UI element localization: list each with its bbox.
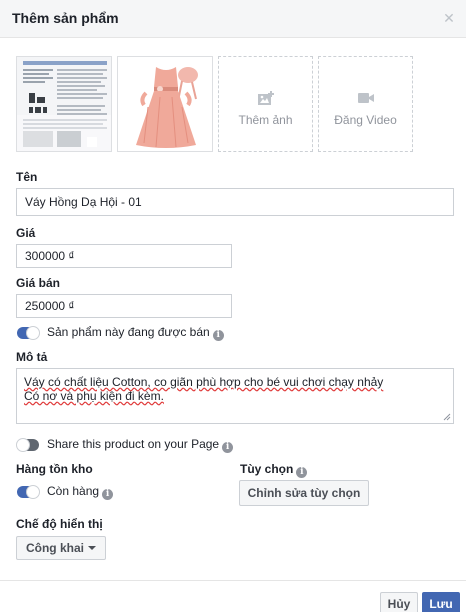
info-icon[interactable]: i — [222, 442, 234, 453]
visibility-value: Công khai — [25, 541, 84, 555]
save-button[interactable]: Lưu — [422, 592, 460, 612]
description-label: Mô tả — [16, 350, 48, 364]
name-input[interactable]: Váy Hồng Dạ Hội - 01 — [16, 188, 454, 216]
inventory-label: Hàng tồn kho — [16, 462, 93, 476]
sale-price-input[interactable]: 250000 ₫ — [16, 294, 232, 318]
description-line: Váy có chất liệu Cotton, co giãn phù hợp… — [24, 375, 384, 389]
add-photo-label: Thêm ảnh — [238, 113, 293, 127]
sale-price-label: Giá bán — [16, 276, 61, 290]
resize-grip-icon[interactable] — [443, 413, 451, 421]
close-icon[interactable]: ✕ — [442, 11, 456, 25]
video-camera-icon — [319, 91, 412, 107]
dialog-header: Thêm sản phẩm ✕ — [0, 0, 466, 38]
share-toggle-text: Share this product on your Page i — [47, 437, 234, 453]
on-sale-text: Sản phẩm này đang được bán — [47, 325, 210, 339]
add-photo-icon — [219, 91, 312, 107]
price-input[interactable]: 300000 ₫ — [16, 244, 232, 268]
info-icon[interactable]: i — [212, 330, 224, 341]
visibility-label: Chế độ hiển thị — [16, 517, 103, 531]
options-label: Tùy chọn i — [240, 462, 308, 478]
info-icon[interactable]: i — [296, 467, 308, 478]
info-icon[interactable]: i — [102, 489, 114, 500]
share-text: Share this product on your Page — [47, 437, 220, 451]
add-photo-button[interactable]: Thêm ảnh — [218, 56, 313, 152]
dialog-title: Thêm sản phẩm — [12, 10, 119, 26]
price-label: Giá — [16, 226, 36, 240]
pink-dress-image[interactable] — [117, 56, 213, 152]
visibility-dropdown[interactable]: Công khai — [16, 536, 106, 560]
description-line: Có nơ và phụ kiện đi kèm. — [24, 389, 164, 403]
share-toggle[interactable] — [16, 438, 39, 452]
in-stock-toggle[interactable] — [17, 485, 40, 499]
add-video-label: Đăng Video — [334, 113, 397, 127]
in-stock-toggle-text: Còn hàng i — [47, 484, 114, 500]
in-stock-text: Còn hàng — [47, 484, 100, 498]
on-sale-toggle[interactable] — [17, 326, 40, 340]
add-video-button[interactable]: Đăng Video — [318, 56, 413, 152]
cancel-button[interactable]: Hủy — [380, 592, 418, 612]
description-textarea[interactable]: Váy có chất liệu Cotton, co giãn phù hợp… — [16, 368, 454, 424]
name-label: Tên — [16, 170, 38, 184]
document-screenshot-image[interactable] — [16, 56, 112, 152]
on-sale-toggle-text: Sản phẩm này đang được bán i — [47, 325, 224, 341]
caret-down-icon — [88, 546, 96, 550]
edit-options-button[interactable]: Chỉnh sửa tùy chọn — [239, 480, 369, 506]
options-label-text: Tùy chọn — [240, 462, 294, 476]
